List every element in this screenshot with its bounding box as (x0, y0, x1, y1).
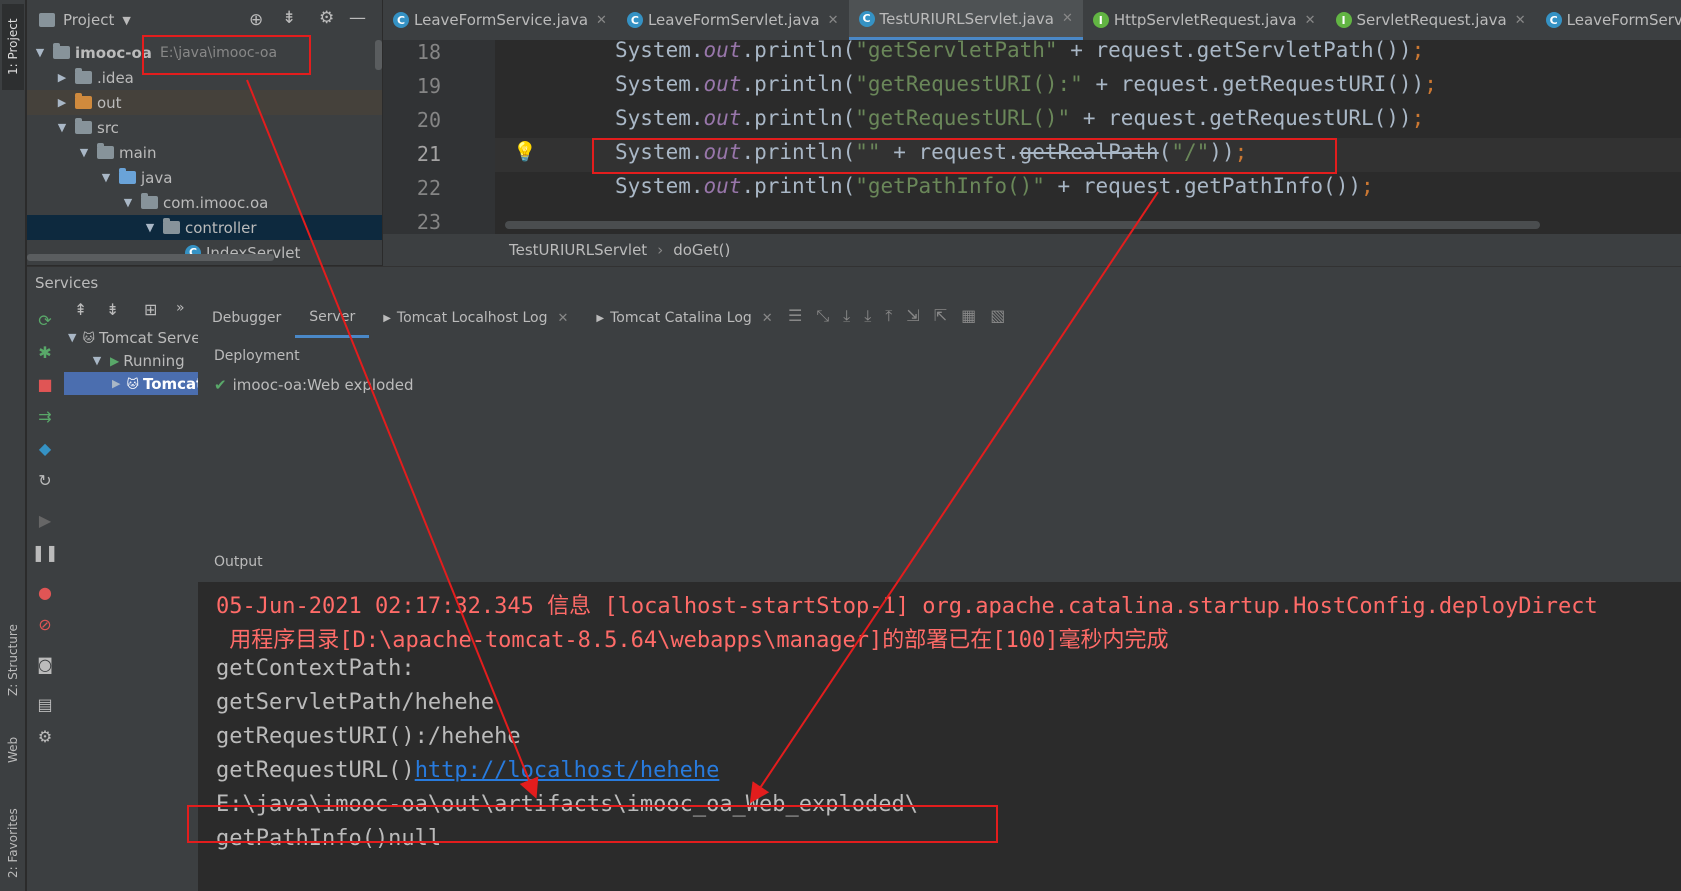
annotation-arrow-path (246, 79, 539, 799)
annotation-arrows (246, 79, 1159, 804)
annotation-arrow-realpath (749, 191, 1159, 804)
